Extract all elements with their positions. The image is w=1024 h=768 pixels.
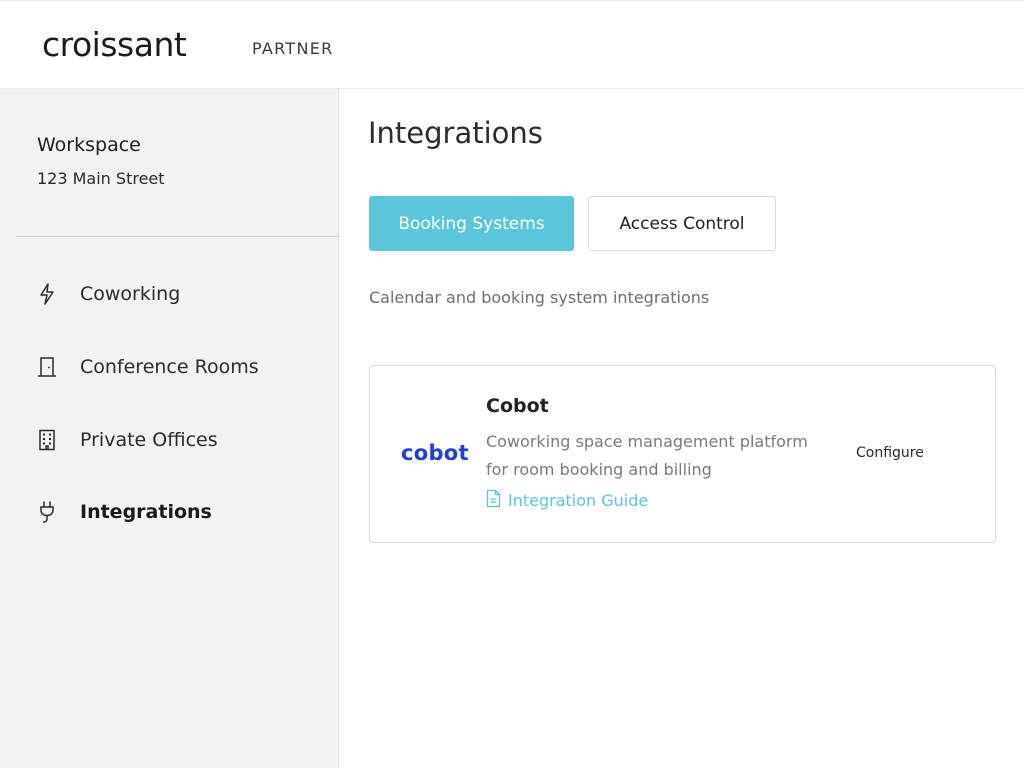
sidebar-item-label: Conference Rooms bbox=[80, 356, 259, 378]
tab-description: Calendar and booking system integrations bbox=[369, 288, 710, 307]
integration-card-cobot: cobot Cobot Coworking space management p… bbox=[369, 365, 996, 543]
sidebar-item-label: Private Offices bbox=[80, 429, 218, 451]
sidebar-item-coworking[interactable]: Coworking bbox=[0, 272, 338, 316]
page-title: Integrations bbox=[368, 116, 543, 150]
tab-booking-systems[interactable]: Booking Systems bbox=[369, 196, 574, 251]
sidebar-item-conference-rooms[interactable]: Conference Rooms bbox=[0, 345, 338, 389]
integration-description: Coworking space management platform for … bbox=[486, 432, 808, 479]
sidebar-item-integrations[interactable]: Integrations bbox=[0, 490, 338, 534]
cobot-logo: cobot bbox=[401, 441, 469, 465]
integration-guide-link[interactable]: Integration Guide bbox=[486, 489, 648, 512]
integration-guide-label: Integration Guide bbox=[508, 491, 649, 510]
lightning-icon bbox=[36, 283, 58, 305]
configure-button[interactable]: Configure bbox=[856, 445, 924, 461]
croissant-logo[interactable]: croissant bbox=[42, 25, 187, 64]
door-icon bbox=[36, 356, 58, 378]
integration-name: Cobot bbox=[486, 395, 549, 417]
partner-label: PARTNER bbox=[252, 39, 334, 58]
sidebar-item-label: Integrations bbox=[80, 501, 212, 523]
workspace-address: 123 Main Street bbox=[37, 169, 165, 188]
plug-icon bbox=[36, 501, 58, 523]
top-bar: croissant PARTNER bbox=[0, 0, 1024, 89]
sidebar-divider bbox=[16, 236, 339, 237]
sidebar: Workspace 123 Main Street Coworking Conf… bbox=[0, 89, 339, 768]
building-icon bbox=[36, 429, 58, 451]
document-icon bbox=[486, 489, 501, 512]
sidebar-item-private-offices[interactable]: Private Offices bbox=[0, 418, 338, 462]
sidebar-item-label: Coworking bbox=[80, 283, 181, 305]
tab-access-control[interactable]: Access Control bbox=[588, 196, 776, 251]
workspace-name: Workspace bbox=[37, 134, 141, 156]
